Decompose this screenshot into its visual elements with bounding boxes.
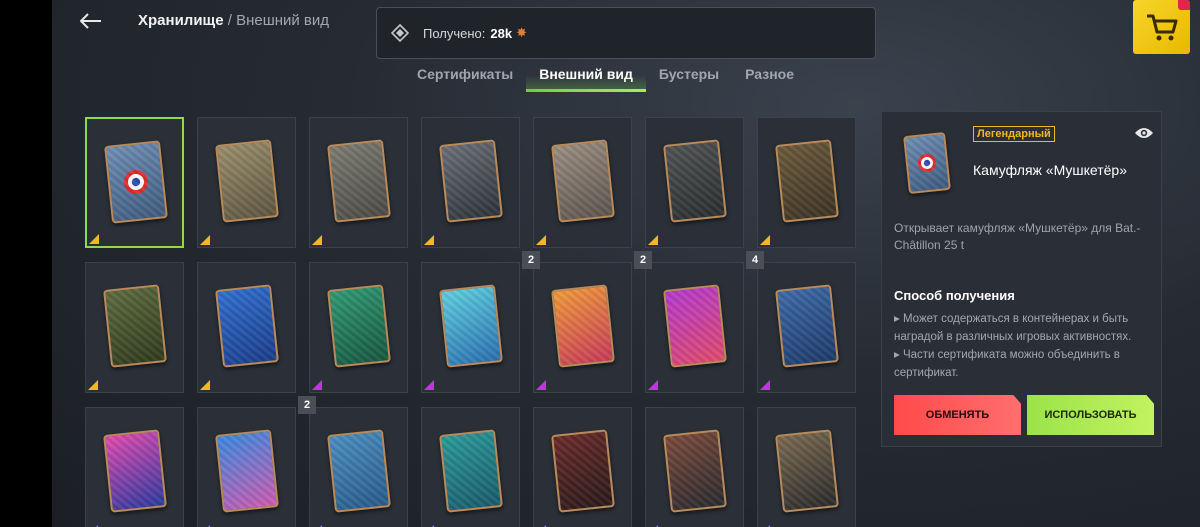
item-card-art — [439, 284, 503, 368]
item-card-art — [327, 429, 391, 513]
received-banner: Получено: 28k ✸ — [376, 7, 876, 59]
item-count-badge: 4 — [746, 251, 764, 269]
item-count-badge: 2 — [298, 396, 316, 414]
item-card[interactable] — [645, 117, 744, 248]
item-card-art — [439, 139, 503, 223]
tab-appearance[interactable]: Внешний вид — [526, 62, 646, 92]
breadcrumb-current[interactable]: Хранилище — [138, 12, 224, 29]
acquisition-list: ▸ Может содержаться в контейнерах и быть… — [894, 310, 1158, 382]
rarity-corner-legendary — [312, 235, 322, 245]
item-card[interactable] — [421, 117, 520, 248]
rarity-corner-legendary — [424, 235, 434, 245]
arrow-left-icon — [80, 13, 101, 29]
tab-boosters[interactable]: Бустеры — [646, 62, 732, 92]
item-card-art — [775, 284, 839, 368]
item-card-art — [215, 139, 279, 223]
rarity-corner-epic — [648, 380, 658, 390]
acquisition-item: ▸ Может содержаться в контейнерах и быть… — [894, 313, 1132, 343]
item-card[interactable] — [85, 262, 184, 393]
eye-icon — [1135, 128, 1153, 138]
breadcrumb-separator: / — [223, 12, 237, 29]
rarity-badge: Легендарный — [973, 126, 1055, 142]
item-card-art — [327, 284, 391, 368]
rarity-corner-legendary — [760, 235, 770, 245]
breadcrumb-sub: Внешний вид — [236, 12, 330, 29]
rarity-corner-legendary — [536, 235, 546, 245]
flame-icon: ✸ — [516, 25, 528, 40]
item-card[interactable] — [421, 262, 520, 393]
rarity-corner-legendary — [88, 380, 98, 390]
item-card-art — [775, 139, 839, 223]
item-card[interactable]: 2 — [298, 396, 408, 527]
back-button[interactable] — [76, 6, 106, 36]
use-button[interactable]: ИСПОЛЬЗОВАТЬ — [1027, 395, 1154, 435]
item-card[interactable] — [645, 407, 744, 527]
item-card[interactable]: 2 — [634, 251, 744, 393]
item-card[interactable] — [85, 117, 184, 248]
item-card[interactable]: 4 — [746, 251, 856, 393]
item-card[interactable] — [309, 117, 408, 248]
rarity-corner-legendary — [89, 234, 99, 244]
item-card-art — [103, 429, 167, 513]
breadcrumb: Хранилище / Внешний вид — [138, 12, 329, 29]
item-card-art — [215, 284, 279, 368]
item-card[interactable] — [533, 117, 632, 248]
tab-certificates[interactable]: Сертификаты — [404, 62, 526, 92]
shop-notification-badge — [1178, 0, 1190, 10]
rarity-corner-legendary — [200, 380, 210, 390]
received-value: 28k — [490, 25, 513, 41]
item-card-art — [663, 429, 727, 513]
rarity-corner-epic — [760, 380, 770, 390]
item-grid: 2 2 4 2 — [85, 117, 857, 527]
left-black-bar — [0, 0, 52, 527]
tab-misc[interactable]: Разное — [732, 62, 807, 92]
acquisition-item: ▸ Части сертификата можно объединить в с… — [894, 349, 1120, 379]
item-card[interactable]: 2 — [522, 251, 632, 393]
item-card-art — [663, 284, 727, 368]
shop-button[interactable] — [1133, 0, 1190, 54]
item-card-art — [551, 429, 615, 513]
item-card-art — [439, 429, 503, 513]
item-card-art — [103, 284, 167, 368]
item-detail-panel: Легендарный Камуфляж «Мушкетёр» Открывае… — [881, 111, 1162, 447]
item-card[interactable] — [421, 407, 520, 527]
item-card-art — [775, 429, 839, 513]
collection-icon — [391, 24, 409, 42]
item-card[interactable] — [757, 407, 856, 527]
item-card[interactable] — [197, 262, 296, 393]
shopping-cart-icon — [1146, 14, 1177, 41]
item-card[interactable] — [757, 117, 856, 248]
item-name: Камуфляж «Мушкетёр» — [973, 162, 1127, 178]
preview-button[interactable] — [1134, 126, 1154, 145]
item-card-art — [215, 429, 279, 513]
item-description: Открывает камуфляж «Мушкетёр» для Bat.-C… — [894, 221, 1141, 252]
item-card[interactable] — [197, 407, 296, 527]
rarity-corner-epic — [312, 380, 322, 390]
item-card-art — [327, 139, 391, 223]
item-card-art — [104, 140, 168, 224]
rarity-corner-epic — [536, 380, 546, 390]
item-card-art — [551, 139, 615, 223]
acquisition-title: Способ получения — [894, 288, 1015, 303]
rarity-corner-legendary — [200, 235, 210, 245]
item-card[interactable] — [85, 407, 184, 527]
item-thumbnail — [902, 131, 952, 195]
rarity-corner-legendary — [648, 235, 658, 245]
item-card[interactable] — [309, 262, 408, 393]
app-window: Хранилище / Внешний вид Получено: 28k ✸ … — [52, 0, 1200, 527]
category-tabs: Сертификаты Внешний вид Бустеры Разное — [404, 62, 807, 92]
item-card[interactable] — [533, 407, 632, 527]
item-card-art — [663, 139, 727, 223]
rarity-corner-epic — [424, 380, 434, 390]
item-card[interactable] — [197, 117, 296, 248]
received-label: Получено: — [423, 25, 486, 41]
item-count-badge: 2 — [634, 251, 652, 269]
exchange-button[interactable]: ОБМЕНЯТЬ — [894, 395, 1021, 435]
item-card-art — [551, 284, 615, 368]
item-count-badge: 2 — [522, 251, 540, 269]
